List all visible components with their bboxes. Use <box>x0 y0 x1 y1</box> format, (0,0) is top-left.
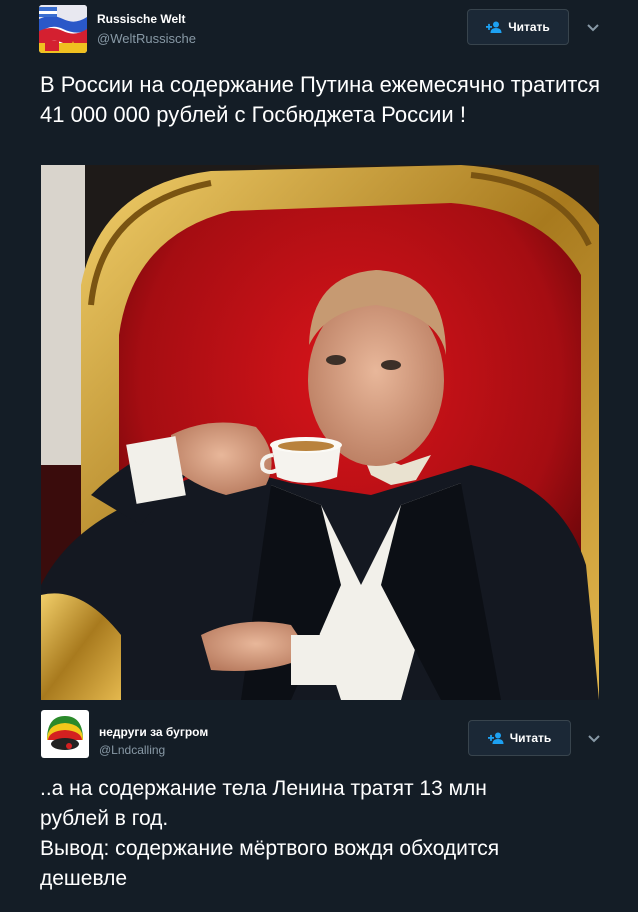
chevron-down-icon[interactable] <box>585 729 603 747</box>
chevron-down-icon[interactable] <box>584 18 602 36</box>
tweet-card: недруги за бугром @Lndcalling Читать ..а… <box>0 704 638 912</box>
avatar[interactable] <box>41 710 89 758</box>
user-handle[interactable]: @WeltRussische <box>97 31 196 46</box>
rasta-hat-icon <box>41 710 89 758</box>
tweet-header: недруги за бугром @Lndcalling Читать <box>0 708 638 768</box>
add-user-icon <box>486 21 502 33</box>
add-user-icon <box>487 732 504 744</box>
tweet-text: В России на содержание Путина ежемесячно… <box>40 72 600 127</box>
display-name[interactable]: Russische Welt <box>97 12 185 26</box>
follow-button[interactable]: Читать <box>468 720 571 756</box>
avatar[interactable] <box>39 5 87 53</box>
flag-collage-icon <box>39 5 87 53</box>
tweet-text: ..а на содержание тела Ленина тратят 13 … <box>40 777 500 890</box>
follow-label: Читать <box>508 20 550 34</box>
follow-label: Читать <box>509 731 552 745</box>
tweet-photo[interactable] <box>41 165 599 700</box>
man-drinking-tea-photo-icon <box>41 165 599 700</box>
tweet-header: Russische Welt @WeltRussische Читать <box>0 0 638 60</box>
tweet-card: Russische Welt @WeltRussische Читать В Р… <box>0 0 638 704</box>
display-name[interactable]: недруги за бугром <box>99 725 208 739</box>
follow-button[interactable]: Читать <box>467 9 569 45</box>
user-handle[interactable]: @Lndcalling <box>99 743 165 757</box>
